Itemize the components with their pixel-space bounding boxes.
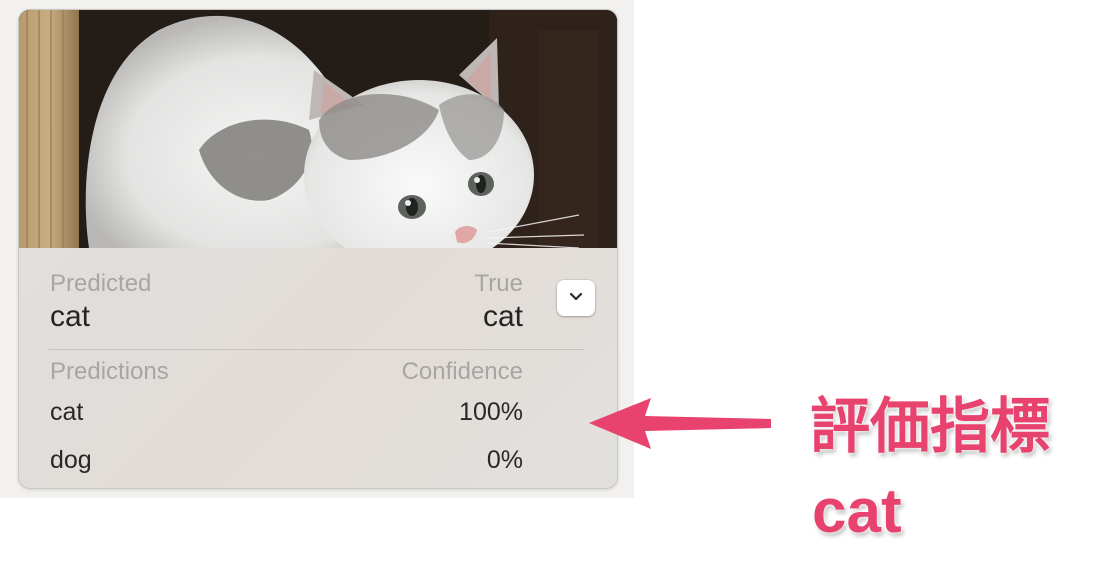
left-arrow-icon <box>585 392 775 459</box>
preview-panel: Predicted cat True cat Predictions Confi… <box>0 0 634 498</box>
predictions-header: Predictions <box>50 358 169 385</box>
confidence-header: Confidence <box>401 358 523 385</box>
true-label: True <box>474 270 523 297</box>
evaluation-info: Predicted cat True cat Predictions Confi… <box>19 248 617 488</box>
confidence-cell: 100% <box>459 398 523 426</box>
prediction-cell: dog <box>50 446 92 474</box>
prediction-cell: cat <box>50 398 84 426</box>
divider <box>49 349 585 350</box>
chevron-down-icon <box>569 289 583 307</box>
predicted-value: cat <box>50 300 91 333</box>
annotation-title: 評価指標 <box>810 393 1050 460</box>
predicted-label: Predicted <box>50 270 152 297</box>
evaluation-card: Predicted cat True cat Predictions Confi… <box>18 9 618 489</box>
confidence-cell: 0% <box>486 446 523 474</box>
options-menu-button[interactable] <box>557 280 595 316</box>
kitten-image <box>19 10 617 248</box>
true-value: cat <box>482 300 523 333</box>
annotation-value: cat <box>812 477 902 546</box>
